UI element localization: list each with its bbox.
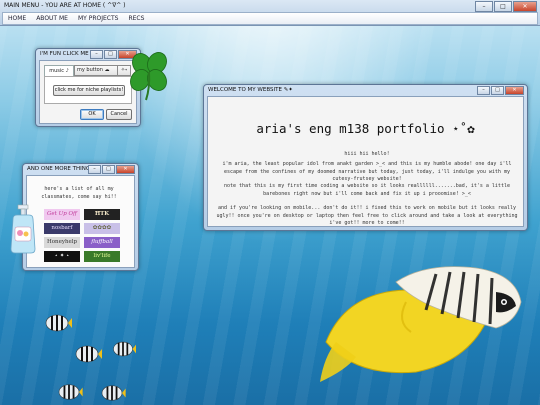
lotion-bottle-icon [10, 204, 36, 254]
classmate-link-4[interactable]: ✿✿✿✿ [84, 223, 120, 234]
butterflyfish-icon [320, 266, 522, 382]
clover-icon [130, 52, 167, 101]
close-icon[interactable]: ✕ [116, 165, 135, 174]
classmates-window-title: AND ONE MORE THING [27, 166, 91, 172]
button-select[interactable]: my button ☁ [74, 65, 118, 76]
classmate-link-3[interactable]: nosbarf [44, 223, 80, 234]
striped-fish-icon [75, 345, 102, 363]
window-controls: – □ ✕ [474, 1, 537, 12]
fun-window-title: I'M FUN CLICK ME ✱ [40, 51, 95, 57]
page-title: aria's eng m138 portfolio ⋆˚✿ [256, 121, 475, 136]
classmate-link-5[interactable]: Honeyhelp [44, 237, 80, 248]
close-icon[interactable]: ✕ [513, 1, 537, 12]
fun-window-body: music ♪ my button ☁ ✧˖ click me for nich… [39, 60, 137, 124]
classmates-window-body: here's a list of all my classmates, come… [26, 175, 135, 268]
minimize-icon[interactable]: – [90, 50, 103, 59]
maximize-icon[interactable]: □ [494, 1, 512, 12]
menu-item-home[interactable]: HOME [3, 15, 31, 22]
maximize-icon[interactable]: □ [491, 86, 504, 95]
menu-item-about-me[interactable]: ABOUT ME [31, 15, 73, 22]
website-window-title: WELCOME TO MY WEBSITE ✎✦ [208, 87, 293, 93]
cancel-button[interactable]: Cancel [106, 109, 132, 120]
classmate-link-1[interactable]: Get Up Off [44, 209, 80, 220]
mobile-paragraph: and if you're looking on mobile... don't… [216, 205, 518, 226]
striped-fish-icon [58, 384, 83, 400]
intro-paragraph: i'm aria, the least popular idol from an… [222, 161, 512, 182]
maximize-icon[interactable]: □ [102, 165, 115, 174]
minimize-icon[interactable]: – [88, 165, 101, 174]
classmate-link-7[interactable]: ⋆ ✦ ⋆ [44, 251, 80, 262]
classmate-link-8[interactable]: liv'life [84, 251, 120, 262]
greeting-text: hiii hii hello! [344, 151, 390, 157]
ok-button[interactable]: OK [80, 109, 104, 120]
minimize-icon[interactable]: – [477, 86, 490, 95]
window-controls: – □ ✕ [476, 86, 524, 95]
main-menu-window: MAIN MENU - YOU ARE AT HOME ( ^∇^ ) – □ … [0, 0, 540, 26]
close-icon[interactable]: ✕ [505, 86, 524, 95]
minimize-icon[interactable]: – [475, 1, 493, 12]
striped-fish-icon [113, 341, 136, 357]
classmate-link-2[interactable]: ĦTK [84, 209, 120, 220]
classmates-intro: here's a list of all my classmates, come… [41, 186, 117, 200]
playlist-button[interactable]: click me for niche playlists! [53, 85, 125, 96]
menu-bar: HOME ABOUT ME MY PROJECTS RECS [2, 12, 538, 25]
window-controls: – □ ✕ [87, 165, 135, 174]
tab-panel: click me for niche playlists! [44, 76, 132, 104]
website-window-body: aria's eng m138 portfolio ⋆˚✿ hiii hii h… [207, 96, 524, 227]
striped-fish-icon [101, 385, 126, 401]
website-window: WELCOME TO MY WEBSITE ✎✦ – □ ✕ aria's en… [203, 84, 528, 231]
striped-fish-icon [45, 314, 72, 332]
menu-item-my-projects[interactable]: MY PROJECTS [73, 15, 123, 22]
classmate-link-6[interactable]: fluffball [84, 237, 120, 248]
note-paragraph: note that this is my first time coding a… [224, 183, 510, 197]
main-window-title: MAIN MENU - YOU ARE AT HOME ( ^∇^ ) [4, 2, 126, 9]
menu-item-recs[interactable]: RECS [123, 15, 149, 22]
maximize-icon[interactable]: □ [104, 50, 117, 59]
fun-window: I'M FUN CLICK ME ✱ – □ ✕ music ♪ my butt… [35, 48, 141, 127]
